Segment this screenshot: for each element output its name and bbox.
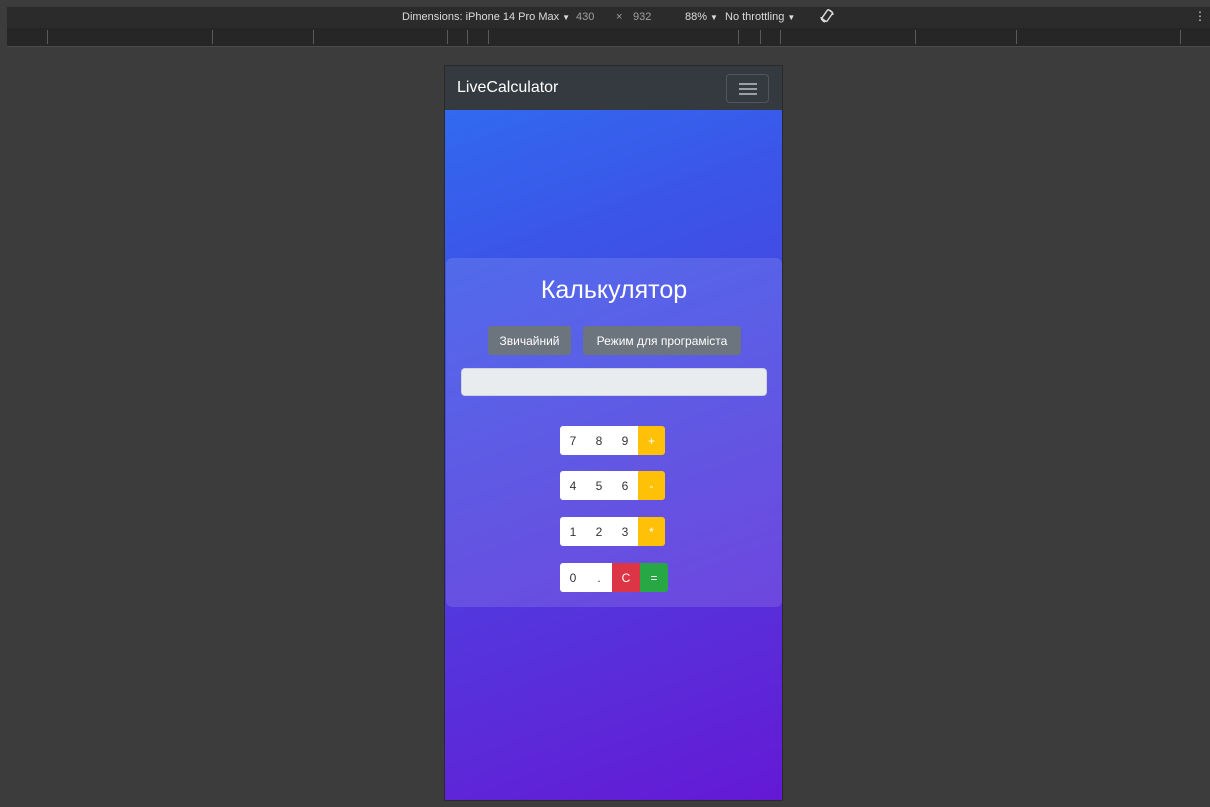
key-0[interactable]: 0: [560, 563, 586, 592]
devtools-device-toolbar: Dimensions: iPhone 14 Pro Max ▼ 430 × 932…: [7, 7, 1210, 28]
mode-standard-button[interactable]: Звичайний: [488, 326, 571, 355]
key-equals[interactable]: =: [640, 563, 668, 592]
key-1[interactable]: 1: [560, 517, 586, 546]
ruler-tick: [760, 30, 761, 44]
chevron-down-icon: ▼: [562, 13, 571, 22]
media-query-ruler: [7, 28, 1210, 47]
key-6[interactable]: 6: [612, 471, 638, 500]
key-2[interactable]: 2: [586, 517, 612, 546]
ruler-tick: [467, 30, 468, 44]
page-title: Калькулятор: [540, 276, 688, 304]
calculator-display[interactable]: [461, 368, 767, 396]
navbar-brand[interactable]: LiveCalculator: [457, 79, 558, 97]
ruler-tick: [212, 30, 213, 44]
ruler-tick: [1180, 30, 1181, 44]
key-4[interactable]: 4: [560, 471, 586, 500]
navbar: LiveCalculator: [445, 66, 782, 110]
key-8[interactable]: 8: [586, 426, 612, 455]
ruler-tick: [47, 30, 48, 44]
key-clear[interactable]: C: [612, 563, 640, 592]
keypad-row: 1 2 3 *: [560, 517, 665, 546]
keypad-row: 4 5 6 -: [560, 471, 665, 500]
device-height-input[interactable]: 932: [633, 11, 651, 23]
ruler-tick: [313, 30, 314, 44]
ruler-tick: [1016, 30, 1017, 44]
chevron-down-icon: ▼: [787, 13, 796, 22]
ruler-tick: [780, 30, 781, 44]
key-multiply[interactable]: *: [638, 517, 665, 546]
hamburger-line: [739, 93, 757, 95]
ruler-tick: [488, 30, 489, 44]
mode-programmer-button[interactable]: Режим для програміста: [583, 326, 741, 355]
chevron-down-icon: ▼: [710, 13, 718, 22]
key-decimal[interactable]: .: [586, 563, 612, 592]
navbar-toggler-button[interactable]: [726, 74, 769, 103]
device-viewport: LiveCalculator Калькулятор Звичайний Реж…: [445, 66, 782, 800]
ruler-tick: [915, 30, 916, 44]
more-options-icon[interactable]: ⋮: [1194, 9, 1206, 23]
key-5[interactable]: 5: [586, 471, 612, 500]
device-width-input[interactable]: 430: [576, 11, 594, 23]
keypad-row: 0 . C =: [560, 563, 668, 592]
ruler-tick: [447, 30, 448, 44]
key-plus[interactable]: +: [638, 426, 665, 455]
dimension-separator: ×: [616, 11, 623, 23]
key-7[interactable]: 7: [560, 426, 586, 455]
keypad-row: 7 8 9 +: [560, 426, 665, 455]
key-9[interactable]: 9: [612, 426, 638, 455]
rotate-icon[interactable]: [819, 8, 835, 24]
calculator-card: Калькулятор Звичайний Режим для програмі…: [446, 258, 782, 607]
key-minus[interactable]: -: [638, 471, 665, 500]
hamburger-line: [739, 83, 757, 85]
throttling-dropdown[interactable]: No throttling ▼: [725, 11, 795, 23]
key-3[interactable]: 3: [612, 517, 638, 546]
hamburger-line: [739, 88, 757, 90]
ruler-tick: [738, 30, 739, 44]
device-dimensions-dropdown[interactable]: Dimensions: iPhone 14 Pro Max ▼: [402, 11, 570, 23]
zoom-dropdown[interactable]: 88% ▼: [685, 11, 718, 23]
